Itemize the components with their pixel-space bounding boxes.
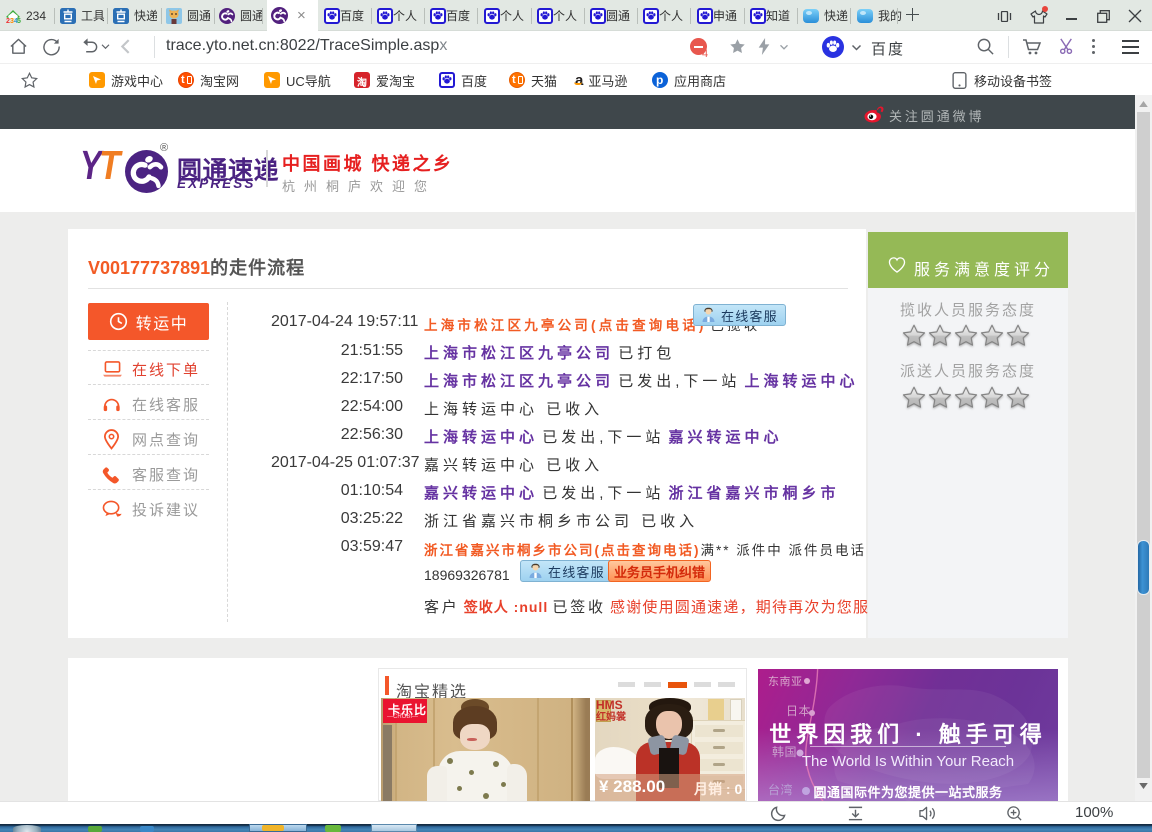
- svg-text:5: 5: [17, 18, 21, 24]
